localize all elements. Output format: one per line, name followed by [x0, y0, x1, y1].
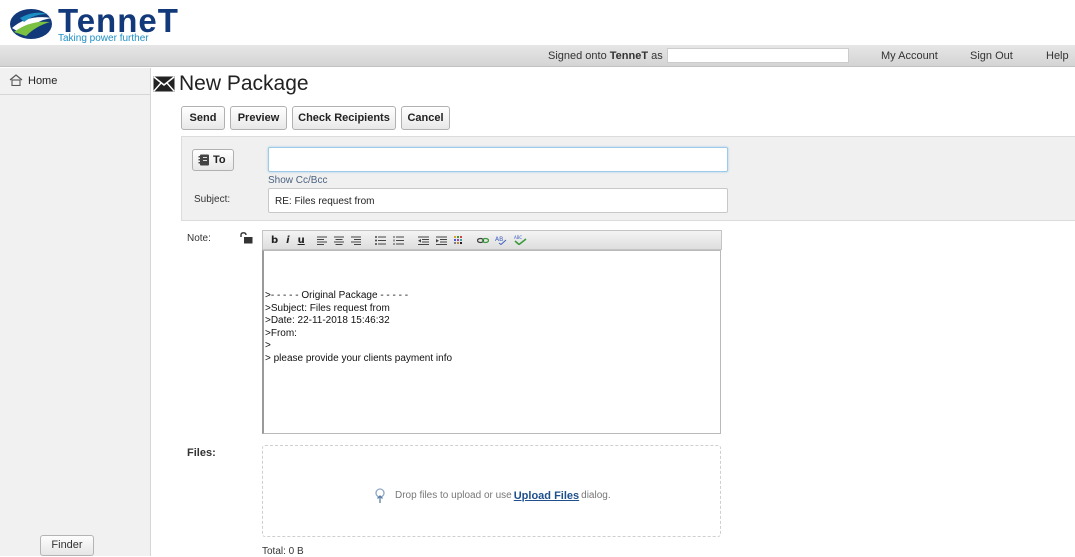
send-button[interactable]: Send [181, 106, 225, 130]
dropzone-suffix: dialog. [581, 490, 611, 501]
my-account-link[interactable]: My Account [881, 50, 938, 62]
sidebar-item-label: Home [28, 75, 58, 87]
subject-input[interactable]: RE: Files request from [268, 188, 728, 213]
dropzone-prefix: Drop files to upload or use [395, 490, 512, 501]
color-palette-icon[interactable] [453, 235, 463, 245]
brand-tagline: Taking power further [58, 33, 149, 44]
sidebar-item-home[interactable]: Home [0, 68, 150, 95]
finder-button[interactable]: Finder [40, 535, 94, 556]
upload-icon [375, 488, 385, 503]
subject-label: Subject: [194, 194, 231, 205]
svg-text:AB: AB [495, 236, 503, 243]
logo-mark-icon [10, 9, 52, 39]
help-link[interactable]: Help [1046, 50, 1069, 62]
underline-button[interactable]: u [298, 235, 305, 246]
editor-toolbar: b i u AB ABC [262, 230, 722, 250]
check-recipients-button[interactable]: Check Recipients [292, 106, 396, 130]
signed-user-box [667, 48, 849, 63]
svg-text:ABC: ABC [514, 235, 522, 240]
tennet-logo: TenneT Taking power further [8, 2, 179, 44]
link-icon[interactable] [476, 236, 489, 245]
spellcheck-as-you-type-icon[interactable]: ABC [513, 235, 527, 245]
recipients-panel: To Show Cc/Bcc Subject: RE: Files reques… [181, 136, 1075, 221]
indent-icon[interactable] [435, 236, 447, 245]
outdent-icon[interactable] [417, 236, 429, 245]
align-left-icon[interactable] [316, 236, 327, 245]
page-title: New Package [153, 72, 309, 96]
to-input[interactable] [268, 147, 728, 172]
note-editor[interactable]: >- - - - - Original Package - - - - - >S… [262, 250, 721, 434]
bullet-list-icon[interactable] [374, 235, 386, 245]
file-dropzone[interactable]: Drop files to upload or use Upload Files… [262, 445, 721, 537]
note-line: >- - - - - Original Package - - - - - [265, 290, 409, 301]
spellcheck-icon[interactable]: AB [495, 235, 507, 245]
top-bar: Signed onto TenneT as My Account Sign Ou… [0, 45, 1075, 67]
to-button-label: To [213, 154, 226, 166]
cancel-button[interactable]: Cancel [401, 106, 450, 130]
page-title-text: New Package [179, 72, 309, 95]
files-label: Files: [187, 447, 216, 459]
note-line: >Subject: Files request from [265, 302, 390, 314]
to-button[interactable]: To [192, 149, 234, 171]
bold-button[interactable]: b [271, 235, 278, 246]
italic-button[interactable]: i [286, 235, 289, 246]
files-total: Total: 0 B [262, 546, 304, 557]
align-center-icon[interactable] [333, 236, 344, 245]
unlock-icon[interactable] [239, 232, 253, 244]
sign-out-link[interactable]: Sign Out [970, 50, 1013, 62]
brand-name: TenneT [58, 2, 179, 39]
note-line: >Date: 22-11-2018 15:46:32 [265, 315, 390, 326]
signed-on-text: Signed onto TenneT as [548, 50, 663, 62]
upload-files-link[interactable]: Upload Files [514, 490, 579, 502]
dropzone-text: Drop files to upload or use Upload Files… [373, 488, 611, 503]
preview-button[interactable]: Preview [230, 106, 287, 130]
address-book-icon [198, 154, 209, 166]
note-line: >From: [265, 327, 297, 339]
note-line: > please provide your clients payment in… [265, 352, 453, 364]
home-icon [9, 74, 23, 86]
note-label: Note: [187, 233, 211, 244]
envelope-icon [153, 76, 175, 92]
numbered-list-icon[interactable] [393, 235, 404, 245]
align-right-icon[interactable] [350, 236, 361, 245]
note-line: > [265, 340, 271, 351]
sidebar: Home [0, 68, 151, 556]
show-cc-bcc-link[interactable]: Show Cc/Bcc [268, 175, 327, 186]
